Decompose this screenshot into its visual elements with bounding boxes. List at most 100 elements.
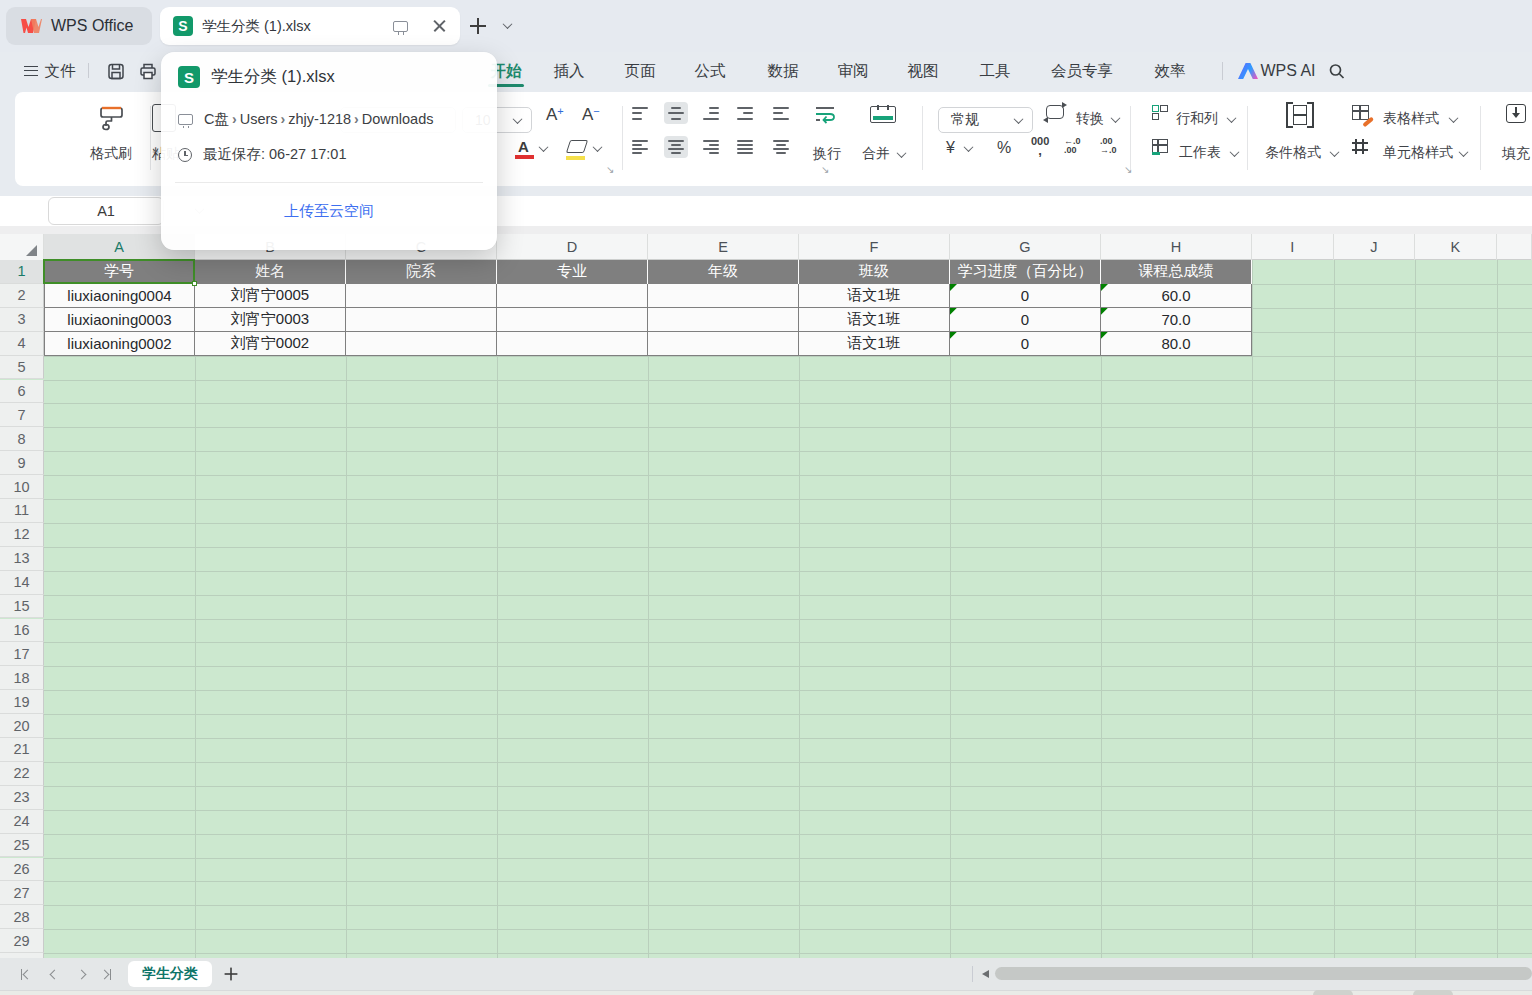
row-header-16[interactable]: 16 [0, 619, 44, 643]
row-header-15[interactable]: 15 [0, 595, 44, 619]
align-justify-icon[interactable] [733, 136, 757, 158]
row-header-11[interactable]: 11 [0, 499, 44, 523]
menu-tab-会员专享[interactable]: 会员专享 [1051, 52, 1113, 90]
cell-C2[interactable] [346, 284, 497, 308]
fill-label[interactable]: 填充 [1502, 145, 1530, 163]
fill-icon[interactable] [1506, 104, 1526, 123]
column-header-E[interactable]: E [648, 234, 799, 260]
row-header-14[interactable]: 14 [0, 571, 44, 595]
convert-label[interactable]: 转换 [1076, 110, 1104, 128]
row-header-25[interactable]: 25 [0, 834, 44, 858]
row-header-1[interactable]: 1 [0, 260, 44, 284]
rows-columns-label[interactable]: 行和列 [1176, 110, 1218, 128]
menu-tab-插入[interactable]: 插入 [554, 52, 585, 90]
column-header-J[interactable]: J [1334, 234, 1416, 260]
column-header-H[interactable]: H [1101, 234, 1252, 260]
cell-F2[interactable]: 语文1班 [799, 284, 950, 308]
wrap-text-icon[interactable] [814, 105, 836, 123]
cell-D4[interactable] [497, 332, 648, 356]
wrap-text-label[interactable]: 换行 [813, 145, 841, 163]
increase-decimal-icon[interactable]: ←.0.00 [1064, 137, 1081, 155]
row-header-22[interactable]: 22 [0, 762, 44, 786]
wps-ai-label[interactable]: WPS AI [1260, 52, 1315, 90]
valign-bottom-icon[interactable] [699, 102, 723, 124]
search-icon[interactable] [1329, 52, 1346, 90]
cell-name-box[interactable]: A1 [48, 197, 164, 225]
cell-H3[interactable]: 70.0 [1101, 308, 1252, 332]
number-group-expander-icon[interactable]: ↘ [1124, 164, 1132, 175]
align-left-icon[interactable] [628, 136, 652, 158]
row-header-21[interactable]: 21 [0, 738, 44, 762]
next-sheet-icon[interactable] [71, 958, 91, 990]
percent-format-icon[interactable]: % [997, 139, 1011, 157]
align-distributed-icon[interactable] [769, 136, 793, 158]
row-header-6[interactable]: 6 [0, 380, 44, 404]
first-sheet-icon[interactable] [16, 958, 36, 990]
format-painter-icon[interactable] [97, 104, 127, 134]
wps-ai-icon[interactable] [1238, 52, 1258, 90]
worksheet-label[interactable]: 工作表 [1179, 144, 1221, 162]
cell-A2[interactable]: liuxiaoning0004 [44, 284, 195, 308]
worksheet-icon[interactable] [1152, 139, 1168, 153]
align-group-expander-icon[interactable]: ↘ [821, 164, 829, 175]
currency-format-icon[interactable]: ¥ [946, 139, 955, 157]
valign-middle-icon[interactable] [664, 102, 688, 124]
column-header-F[interactable]: F [799, 234, 950, 260]
dropdown-chevron-icon[interactable] [513, 114, 523, 124]
menu-tab-页面[interactable]: 页面 [625, 52, 656, 90]
row-header-7[interactable]: 7 [0, 403, 44, 427]
table-header-cell[interactable]: 院系 [346, 260, 497, 284]
wps-office-menu[interactable]: WPS Office [6, 7, 152, 45]
row-header-17[interactable]: 17 [0, 642, 44, 666]
cell-E3[interactable] [648, 308, 799, 332]
convert-icon[interactable] [1046, 105, 1064, 119]
add-sheet-icon[interactable] [221, 958, 241, 990]
thousands-format-icon[interactable]: 000, [1031, 137, 1049, 156]
row-header-2[interactable]: 2 [0, 284, 44, 308]
cell-C3[interactable] [346, 308, 497, 332]
conditional-format-icon[interactable] [1286, 102, 1314, 128]
align-center-icon[interactable] [664, 136, 688, 158]
sheet-tab[interactable]: 学生分类 [128, 961, 212, 987]
print-icon[interactable] [140, 52, 157, 90]
select-all-corner[interactable] [0, 234, 44, 260]
merge-cells-icon[interactable] [870, 106, 896, 123]
font-color-icon[interactable]: A [518, 138, 529, 155]
table-header-cell[interactable]: 专业 [497, 260, 648, 284]
cell-A4[interactable]: liuxiaoning0002 [44, 332, 195, 356]
row-header-10[interactable]: 10 [0, 475, 44, 499]
table-header-cell[interactable]: 班级 [799, 260, 950, 284]
row-header-29[interactable]: 29 [0, 929, 44, 953]
row-header-26[interactable]: 26 [0, 858, 44, 882]
row-header-13[interactable]: 13 [0, 547, 44, 571]
cell-A3[interactable]: liuxiaoning0003 [44, 308, 195, 332]
upload-to-cloud-link[interactable]: 上传至云空间 [161, 202, 497, 221]
decrease-font-icon[interactable]: A− [582, 105, 600, 125]
menu-tab-视图[interactable]: 视图 [908, 52, 939, 90]
save-icon[interactable] [108, 52, 125, 90]
column-header-D[interactable]: D [497, 234, 648, 260]
cell-E4[interactable] [648, 332, 799, 356]
table-style-icon[interactable] [1352, 105, 1369, 120]
column-header-K[interactable]: K [1415, 234, 1497, 260]
cell-F3[interactable]: 语文1班 [799, 308, 950, 332]
column-header-partial[interactable] [1497, 234, 1532, 260]
last-sheet-icon[interactable] [96, 958, 116, 990]
cell-G2[interactable]: 0 [950, 284, 1101, 308]
conditional-format-label[interactable]: 条件格式 [1265, 144, 1321, 162]
row-header-27[interactable]: 27 [0, 881, 44, 905]
cell-H2[interactable]: 60.0 [1101, 284, 1252, 308]
cell-D2[interactable] [497, 284, 648, 308]
monitor-icon[interactable] [393, 21, 408, 32]
hamburger-menu-icon[interactable] [24, 52, 38, 90]
menu-tab-数据[interactable]: 数据 [768, 52, 799, 90]
table-header-cell[interactable]: 年级 [648, 260, 799, 284]
menu-file[interactable]: 文件 [45, 52, 76, 90]
menu-tab-审阅[interactable]: 审阅 [838, 52, 869, 90]
cell-style-icon[interactable] [1352, 139, 1368, 154]
row-header-18[interactable]: 18 [0, 666, 44, 690]
merge-cells-label[interactable]: 合并 [862, 145, 890, 163]
cell-G3[interactable]: 0 [950, 308, 1101, 332]
valign-top-icon[interactable] [628, 102, 652, 124]
row-header-5[interactable]: 5 [0, 356, 44, 380]
